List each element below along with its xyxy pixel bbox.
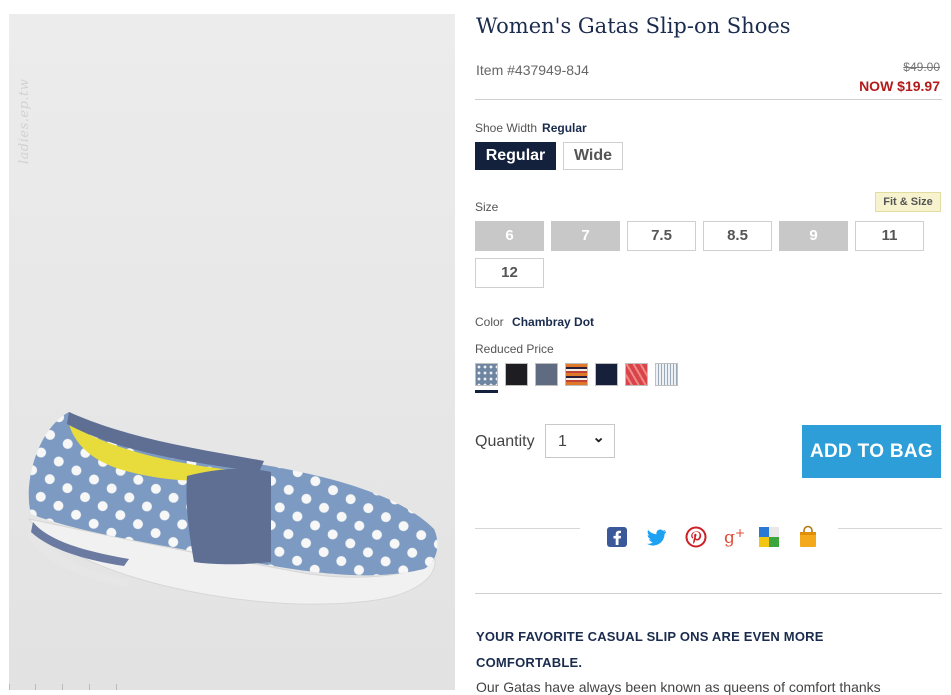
shoe-illustration	[27, 412, 438, 605]
quantity-select[interactable]: 1 ⌄	[545, 424, 615, 458]
thumbnail-strip	[9, 684, 119, 690]
google-plus-icon[interactable]: g +	[723, 525, 747, 549]
chevron-down-icon: ⌄	[592, 429, 605, 446]
product-title: Women's Gatas Slip-on Shoes	[476, 14, 791, 38]
delicious-icon[interactable]	[757, 525, 781, 549]
description-heading: YOUR FAVORITE CASUAL SLIP ONS ARE EVEN M…	[476, 629, 824, 670]
description-body: Our Gatas have always been known as quee…	[476, 679, 881, 695]
shoe-width-row: Shoe Width Regular	[475, 121, 587, 135]
item-number: Item #437949-8J4	[476, 62, 589, 78]
reduced-price-label: Reduced Price	[475, 342, 554, 356]
quantity-value: 1	[558, 433, 567, 450]
color-row: Color Chambray Dot	[475, 315, 594, 329]
twitter-icon[interactable]	[644, 525, 668, 549]
shoe-width-label: Shoe Width	[475, 121, 538, 135]
quantity-label: Quantity	[475, 433, 535, 450]
add-to-bag-button[interactable]: ADD TO BAG	[802, 425, 941, 478]
divider	[475, 593, 942, 594]
svg-text:g: g	[724, 528, 735, 548]
color-value: Chambray Dot	[512, 315, 595, 329]
share-divider-right	[838, 528, 942, 529]
size-option-11[interactable]: 11	[855, 221, 924, 251]
svg-text:+: +	[735, 526, 745, 540]
original-price: $49.00	[903, 60, 940, 74]
product-image[interactable]: ladies.ep.tw	[9, 14, 455, 690]
size-option-9[interactable]: 9	[779, 221, 848, 251]
sale-price: NOW $19.97	[859, 78, 940, 94]
swatch-multi-stripe[interactable]	[565, 363, 588, 386]
size-option-6[interactable]: 6	[475, 221, 544, 251]
facebook-icon[interactable]	[605, 525, 629, 549]
size-label: Size	[475, 200, 499, 214]
shopping-bag-icon[interactable]	[796, 525, 820, 549]
shoe-width-value: Regular	[542, 121, 587, 135]
swatch-white-stripe[interactable]	[655, 363, 678, 386]
width-option-regular[interactable]: Regular	[475, 142, 556, 170]
swatch-navy[interactable]	[595, 363, 618, 386]
pinterest-icon[interactable]	[684, 525, 708, 549]
swatch-chambray-dot[interactable]	[475, 363, 498, 386]
width-option-wide[interactable]: Wide	[563, 142, 623, 170]
fit-size-link[interactable]: Fit & Size	[875, 192, 941, 212]
size-option-12[interactable]: 12	[475, 258, 544, 288]
watermark-text: ladies.ep.tw	[17, 78, 32, 164]
color-label: Color	[475, 315, 504, 329]
size-option-8-5[interactable]: 8.5	[703, 221, 772, 251]
swatch-black[interactable]	[505, 363, 528, 386]
swatch-gray-blue[interactable]	[535, 363, 558, 386]
size-option-7-5[interactable]: 7.5	[627, 221, 696, 251]
size-option-7[interactable]: 7	[551, 221, 620, 251]
share-divider-left	[475, 528, 580, 529]
divider	[475, 99, 942, 100]
selected-swatch-indicator	[475, 390, 498, 393]
swatch-coral-pink[interactable]	[625, 363, 648, 386]
